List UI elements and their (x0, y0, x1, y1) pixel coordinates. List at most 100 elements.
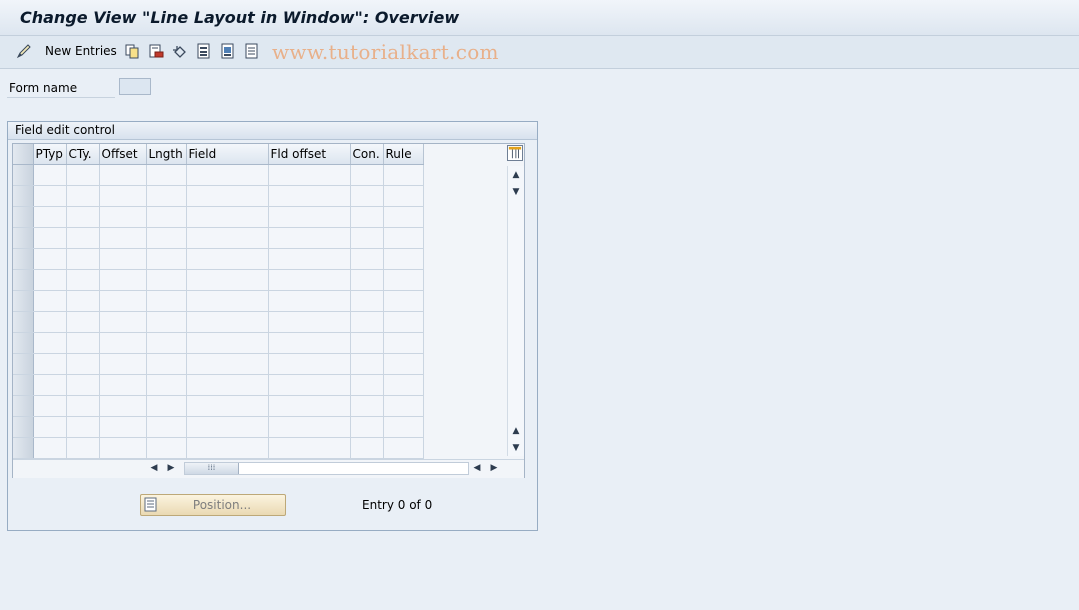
table-cell[interactable] (66, 227, 100, 249)
table-cell[interactable] (66, 332, 100, 354)
horizontal-scrollbar[interactable]: ◀ ▶ ⁞⁞⁞ ◀ ▶ (13, 459, 524, 478)
table-cell[interactable] (383, 269, 424, 291)
table-cell[interactable] (99, 437, 147, 459)
table-cell[interactable] (383, 248, 424, 270)
table-cell[interactable] (350, 311, 384, 333)
table-cell[interactable] (146, 353, 187, 375)
column-header[interactable]: Lngth (146, 144, 187, 165)
table-cell[interactable] (350, 395, 384, 417)
table-cell[interactable] (383, 353, 424, 375)
scroll-left-icon[interactable]: ◀ (149, 463, 159, 473)
table-cell[interactable] (99, 185, 147, 207)
table-cell[interactable] (99, 248, 147, 270)
table-cell[interactable] (146, 206, 187, 228)
table-cell[interactable] (268, 248, 351, 270)
table-cell[interactable] (99, 290, 147, 312)
table-cell[interactable] (383, 437, 424, 459)
table-cell[interactable] (383, 332, 424, 354)
table-cell[interactable] (350, 269, 384, 291)
table-cell[interactable] (268, 290, 351, 312)
table-cell[interactable] (99, 332, 147, 354)
table-cell[interactable] (383, 374, 424, 396)
table-cell[interactable] (99, 311, 147, 333)
table-row[interactable] (13, 248, 424, 270)
table-cell[interactable] (186, 437, 269, 459)
table-cell[interactable] (268, 311, 351, 333)
table-cell[interactable] (350, 332, 384, 354)
row-selector[interactable] (13, 185, 34, 207)
horizontal-scroll-thumb[interactable]: ⁞⁞⁞ (185, 463, 239, 474)
table-cell[interactable] (33, 227, 67, 249)
table-cell[interactable] (186, 395, 269, 417)
table-cell[interactable] (350, 248, 384, 270)
row-selector[interactable] (13, 332, 34, 354)
table-cell[interactable] (186, 311, 269, 333)
select-all-icon[interactable] (196, 43, 212, 59)
table-cell[interactable] (99, 206, 147, 228)
table-row[interactable] (13, 395, 424, 417)
table-cell[interactable] (99, 374, 147, 396)
table-row[interactable] (13, 374, 424, 396)
form-name-input[interactable] (119, 78, 151, 95)
table-cell[interactable] (146, 374, 187, 396)
table-cell[interactable] (350, 374, 384, 396)
table-cell[interactable] (383, 185, 424, 207)
table-cell[interactable] (146, 311, 187, 333)
table-cell[interactable] (186, 353, 269, 375)
table-cell[interactable] (146, 416, 187, 438)
table-cell[interactable] (66, 353, 100, 375)
table-cell[interactable] (268, 164, 351, 186)
column-header[interactable]: Field (186, 144, 269, 165)
row-selector[interactable] (13, 395, 34, 417)
table-cell[interactable] (383, 416, 424, 438)
table-cell[interactable] (99, 353, 147, 375)
horizontal-scroll-track[interactable]: ⁞⁞⁞ (184, 462, 469, 475)
table-cell[interactable] (186, 269, 269, 291)
table-cell[interactable] (99, 227, 147, 249)
table-cell[interactable] (146, 227, 187, 249)
table-cell[interactable] (350, 353, 384, 375)
table-cell[interactable] (33, 395, 67, 417)
row-selector[interactable] (13, 374, 34, 396)
select-block-icon[interactable] (220, 43, 236, 59)
table-cell[interactable] (186, 332, 269, 354)
table-cell[interactable] (146, 437, 187, 459)
new-entries-button[interactable]: New Entries (45, 44, 117, 58)
pencil-glasses-icon[interactable] (16, 43, 32, 59)
vertical-scrollbar[interactable]: ▲ ▼ ▲ ▼ (507, 166, 524, 456)
table-cell[interactable] (268, 374, 351, 396)
table-cell[interactable] (186, 416, 269, 438)
table-cell[interactable] (186, 227, 269, 249)
row-selector[interactable] (13, 311, 34, 333)
table-cell[interactable] (99, 416, 147, 438)
table-cell[interactable] (350, 164, 384, 186)
table-cell[interactable] (268, 395, 351, 417)
delete-icon[interactable] (148, 43, 164, 59)
table-cell[interactable] (350, 416, 384, 438)
table-cell[interactable] (350, 227, 384, 249)
table-cell[interactable] (66, 416, 100, 438)
table-cell[interactable] (66, 206, 100, 228)
table-row[interactable] (13, 164, 424, 186)
row-selector[interactable] (13, 227, 34, 249)
table-row[interactable] (13, 227, 424, 249)
position-button[interactable]: Position... (140, 494, 286, 516)
row-selector[interactable] (13, 290, 34, 312)
table-cell[interactable] (268, 185, 351, 207)
table-cell[interactable] (268, 332, 351, 354)
table-cell[interactable] (99, 269, 147, 291)
table-cell[interactable] (66, 185, 100, 207)
table-cell[interactable] (186, 290, 269, 312)
table-cell[interactable] (66, 374, 100, 396)
table-cell[interactable] (350, 206, 384, 228)
table-cell[interactable] (186, 164, 269, 186)
table-cell[interactable] (66, 248, 100, 270)
table-row[interactable] (13, 332, 424, 354)
table-cell[interactable] (33, 332, 67, 354)
table-cell[interactable] (146, 248, 187, 270)
table-row[interactable] (13, 311, 424, 333)
table-cell[interactable] (383, 227, 424, 249)
table-cell[interactable] (66, 164, 100, 186)
table-cell[interactable] (186, 248, 269, 270)
table-cell[interactable] (66, 395, 100, 417)
